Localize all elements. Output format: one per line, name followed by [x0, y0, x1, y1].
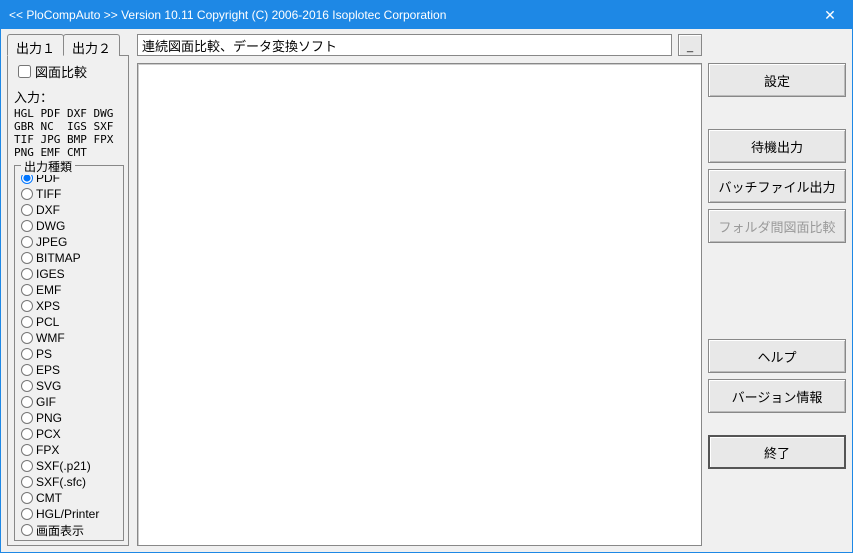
output-type-radio[interactable] — [21, 348, 33, 360]
output-type-option[interactable]: DWG — [21, 218, 119, 234]
close-button[interactable]: ✕ — [808, 1, 852, 29]
output-type-label: XPS — [36, 299, 60, 313]
compare-checkbox-label: 図面比較 — [35, 62, 87, 81]
client-area: 出力１ 出力２ 図面比較 入力： HGL PDF DXF DWG GBR NC … — [1, 29, 852, 552]
output-type-option[interactable]: PNG — [21, 410, 119, 426]
output-type-label: DWG — [36, 219, 65, 233]
wait-output-button[interactable]: 待機出力 — [708, 129, 846, 163]
output-type-label: EMF — [36, 283, 61, 297]
output-tabs: 出力１ 出力２ — [7, 33, 129, 55]
input-formats-label: 入力： — [14, 87, 124, 106]
folder-compare-button: フォルダ間図面比較 — [708, 209, 846, 243]
output-type-option[interactable]: GIF — [21, 394, 119, 410]
output-type-option[interactable]: XPS — [21, 298, 119, 314]
output-type-radio[interactable] — [21, 252, 33, 264]
window-title: << PloCompAuto >> Version 10.11 Copyrigh… — [9, 8, 808, 22]
output-type-radio[interactable] — [21, 412, 33, 424]
output-type-label: PCL — [36, 315, 59, 329]
output-type-option[interactable]: WMF — [21, 330, 119, 346]
output-type-label: HGL/Printer — [36, 507, 99, 521]
output-type-label: SXF(.p21) — [36, 459, 91, 473]
compare-checkbox[interactable] — [18, 65, 31, 78]
preview-canvas — [137, 63, 702, 546]
browse-button[interactable]: _ — [678, 34, 702, 56]
output-type-option[interactable]: CMT — [21, 490, 119, 506]
output-type-radio[interactable] — [21, 284, 33, 296]
right-buttons: 設定 待機出力 バッチファイル出力 フォルダ間図面比較 ヘルプ バージョン情報 … — [708, 33, 846, 546]
output-type-option[interactable]: SXF(.sfc) — [21, 474, 119, 490]
output-type-label: BITMAP — [36, 251, 81, 265]
output-type-option[interactable]: EMF — [21, 282, 119, 298]
output-type-option[interactable]: SXF(.p21) — [21, 458, 119, 474]
output-type-radio[interactable] — [21, 364, 33, 376]
output-type-radio[interactable] — [21, 332, 33, 344]
middle-area: _ — [129, 33, 708, 546]
output-type-radio[interactable] — [21, 204, 33, 216]
output-type-option[interactable]: FPX — [21, 442, 119, 458]
output-type-radio[interactable] — [21, 220, 33, 232]
output-type-option[interactable]: 画面表示 — [21, 522, 119, 538]
compare-checkbox-row[interactable]: 図面比較 — [18, 62, 124, 81]
output-type-radio[interactable] — [21, 188, 33, 200]
output-type-option[interactable]: DXF — [21, 202, 119, 218]
output-type-option[interactable]: SVG — [21, 378, 119, 394]
output-type-option[interactable]: HGL/Printer — [21, 506, 119, 522]
output-type-radio[interactable] — [21, 508, 33, 520]
output-type-option[interactable]: PCX — [21, 426, 119, 442]
close-icon: ✕ — [824, 7, 836, 24]
output-type-option[interactable]: TIFF — [21, 186, 119, 202]
output-type-radio[interactable] — [21, 476, 33, 488]
output-type-option[interactable]: IGES — [21, 266, 119, 282]
tab-output-1[interactable]: 出力１ — [7, 34, 64, 56]
output-type-radio[interactable] — [21, 300, 33, 312]
output-type-group: 出力種類 PDFTIFFDXFDWGJPEGBITMAPIGESEMFXPSPC… — [14, 165, 124, 541]
output-type-label: SVG — [36, 379, 61, 393]
output-type-radio[interactable] — [21, 444, 33, 456]
output-type-radio[interactable] — [21, 524, 33, 536]
output-type-option[interactable]: JPEG — [21, 234, 119, 250]
output-type-radio[interactable] — [21, 316, 33, 328]
output-type-option[interactable]: PS — [21, 346, 119, 362]
help-button[interactable]: ヘルプ — [708, 339, 846, 373]
exit-button[interactable]: 終了 — [708, 435, 846, 469]
output-type-label: GIF — [36, 395, 56, 409]
output-type-radio[interactable] — [21, 492, 33, 504]
output-type-label: WMF — [36, 331, 65, 345]
output-type-radio[interactable] — [21, 380, 33, 392]
app-window: << PloCompAuto >> Version 10.11 Copyrigh… — [0, 0, 853, 553]
output-type-radio[interactable] — [21, 268, 33, 280]
output-type-label: PCX — [36, 427, 61, 441]
output-type-label: 画面表示 — [36, 522, 84, 539]
output-type-option[interactable]: EPS — [21, 362, 119, 378]
settings-button[interactable]: 設定 — [708, 63, 846, 97]
tab-panel: 図面比較 入力： HGL PDF DXF DWG GBR NC IGS SXF … — [7, 55, 129, 546]
output-type-label: PNG — [36, 411, 62, 425]
tab-output-2[interactable]: 出力２ — [63, 34, 120, 56]
browse-button-label: _ — [687, 41, 693, 53]
input-formats-list: HGL PDF DXF DWG GBR NC IGS SXF TIF JPG B… — [14, 107, 124, 159]
output-type-label: JPEG — [36, 235, 67, 249]
description-row: _ — [137, 33, 702, 57]
output-type-option[interactable]: PCL — [21, 314, 119, 330]
output-type-label: TIFF — [36, 187, 61, 201]
output-type-option[interactable]: BITMAP — [21, 250, 119, 266]
titlebar: << PloCompAuto >> Version 10.11 Copyrigh… — [1, 1, 852, 29]
output-type-radio[interactable] — [21, 236, 33, 248]
version-info-button[interactable]: バージョン情報 — [708, 379, 846, 413]
output-type-radio[interactable] — [21, 460, 33, 472]
output-type-label: SXF(.sfc) — [36, 475, 86, 489]
output-type-label: EPS — [36, 363, 60, 377]
output-type-radio[interactable] — [21, 396, 33, 408]
output-type-label: IGES — [36, 267, 65, 281]
batch-output-button[interactable]: バッチファイル出力 — [708, 169, 846, 203]
description-input[interactable] — [137, 34, 672, 56]
output-type-radio[interactable] — [21, 428, 33, 440]
output-type-legend: 出力種類 — [21, 158, 75, 175]
output-type-label: DXF — [36, 203, 60, 217]
output-type-label: CMT — [36, 491, 62, 505]
output-type-label: FPX — [36, 443, 59, 457]
output-type-label: PS — [36, 347, 52, 361]
left-panel: 出力１ 出力２ 図面比較 入力： HGL PDF DXF DWG GBR NC … — [7, 33, 129, 546]
